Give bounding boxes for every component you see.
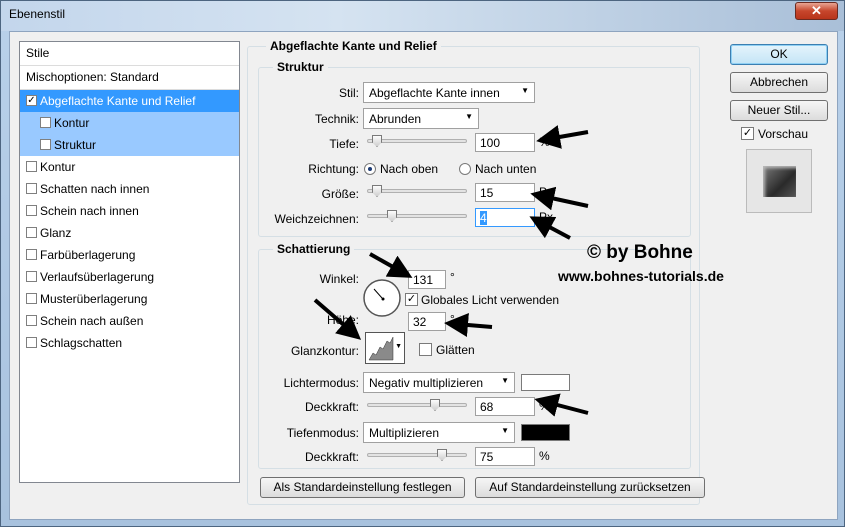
arrow-depth	[536, 125, 589, 149]
arrow-altitude	[444, 313, 493, 337]
annotation-arrows	[313, 125, 589, 417]
dialog-body: Stile Mischoptionen: Standard ✓ Abgeflach…	[9, 31, 838, 520]
arrow-angle	[369, 252, 413, 278]
title-bar[interactable]: Ebenenstil ✕	[1, 1, 844, 31]
arrow-size	[530, 186, 589, 211]
layer-style-dialog: Ebenenstil ✕ Stile Mischoptionen: Standa…	[0, 0, 845, 527]
arrow-soften	[529, 216, 571, 240]
window-title: Ebenenstil	[9, 7, 66, 21]
arrow-gloss	[313, 298, 362, 340]
close-button[interactable]: ✕	[795, 2, 838, 20]
arrow-highlight-opacity	[534, 393, 589, 417]
